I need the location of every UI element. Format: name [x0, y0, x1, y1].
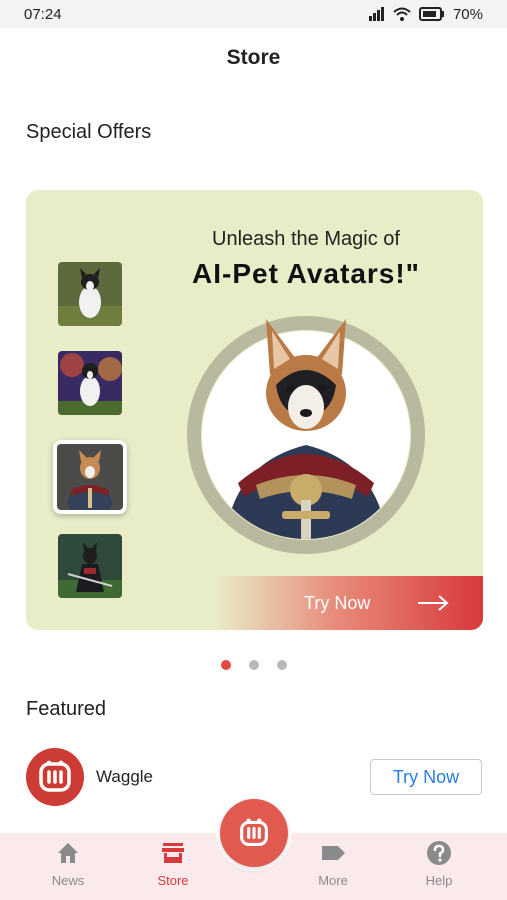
nav-label-more: More	[318, 873, 348, 888]
banner-headline: AI-Pet Avatars!"	[192, 258, 420, 289]
status-bar: 07:24 70%	[0, 0, 507, 28]
banner-try-now-label: Try Now	[304, 592, 371, 613]
arrow-right-icon	[418, 595, 449, 611]
carousel-dot-3[interactable]	[276, 660, 287, 670]
status-time: 07:24	[24, 5, 62, 23]
waggle-logo-icon	[26, 748, 84, 806]
nav-item-news[interactable]: News	[28, 839, 108, 888]
featured-try-now-button[interactable]: Try Now	[370, 759, 482, 795]
banner-subtitle: Unleash the Magic of	[212, 228, 400, 250]
carousel-indicator	[0, 660, 507, 670]
nav-label-help: Help	[425, 873, 453, 888]
status-indicators: 70%	[368, 5, 483, 23]
wifi-icon	[393, 7, 411, 21]
waggle-home-button[interactable]	[216, 795, 292, 871]
dog-knight-portrait-image	[187, 316, 425, 554]
featured-heading: Featured	[26, 698, 107, 720]
battery-percent: 70%	[452, 5, 483, 23]
dog-knight-image	[57, 444, 123, 510]
carousel-dot-2[interactable]	[248, 660, 259, 670]
carousel-dot-1[interactable]	[220, 660, 231, 670]
tag-icon	[322, 846, 345, 860]
nav-item-more[interactable]: More	[293, 839, 373, 888]
nav-item-help[interactable]: Help	[399, 839, 479, 888]
help-icon	[427, 841, 451, 865]
avatar-thumbnail-3[interactable]	[53, 440, 127, 514]
promo-banner[interactable]: Unleash the Magic of AI-Pet Avatars!" Tr…	[26, 190, 483, 630]
dog-samurai-image	[58, 534, 122, 598]
nav-item-store[interactable]: Store	[133, 839, 213, 888]
banner-try-now-button[interactable]: Try Now	[216, 576, 483, 630]
nav-label-news: News	[51, 873, 85, 888]
home-icon	[58, 843, 78, 863]
store-icon	[162, 843, 184, 863]
page-title: Store	[226, 46, 281, 69]
nav-label-store: Store	[157, 873, 189, 888]
signal-icon	[368, 7, 384, 21]
avatar-thumbnail-1[interactable]	[58, 262, 122, 326]
dog-cosmic-image	[58, 351, 122, 415]
featured-item-name: Waggle	[96, 767, 154, 786]
avatar-thumbnail-4[interactable]	[58, 534, 122, 598]
waggle-fab-icon	[220, 799, 288, 867]
special-offers-heading: Special Offers	[26, 121, 152, 143]
dog-sitting-image	[58, 262, 122, 326]
featured-avatar-portrait	[186, 315, 426, 555]
battery-icon	[418, 7, 444, 21]
avatar-thumbnail-2[interactable]	[58, 351, 122, 415]
